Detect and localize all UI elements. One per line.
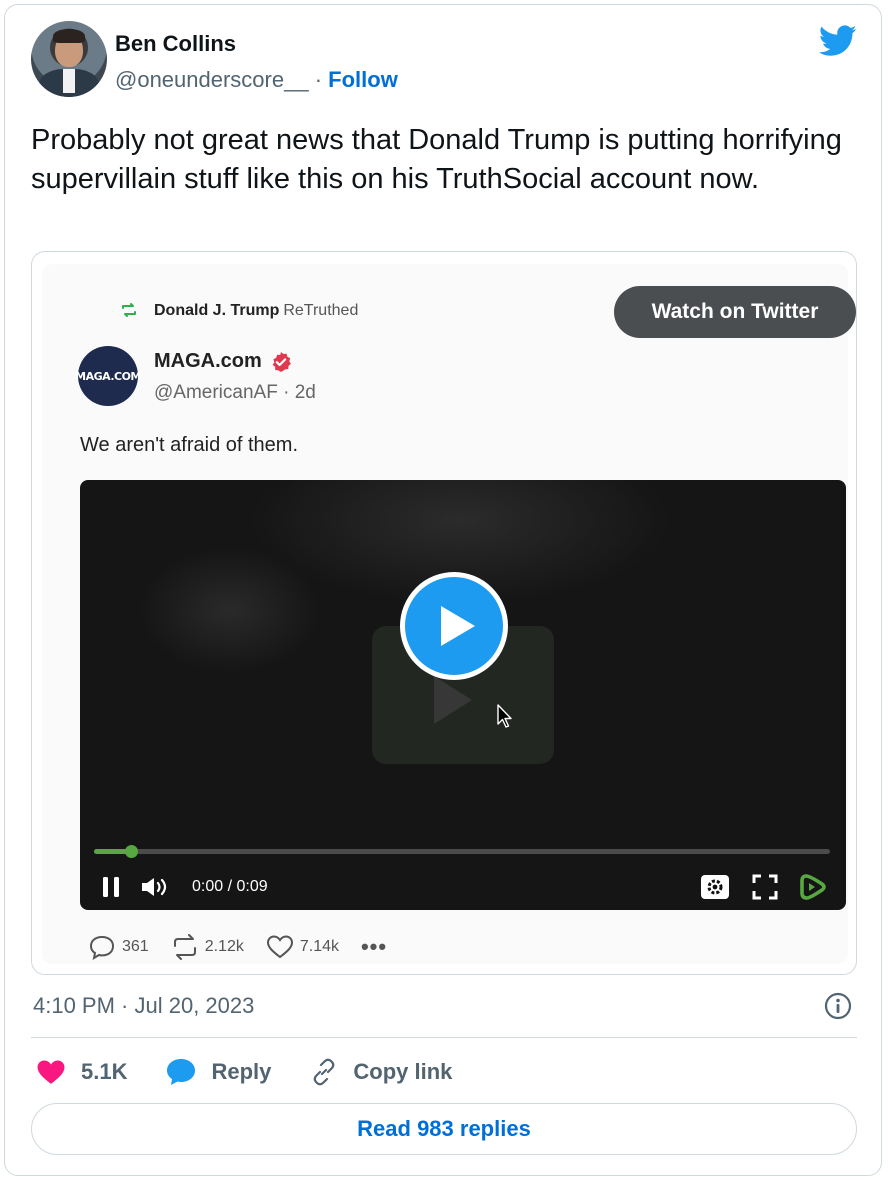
author-name[interactable]: Ben Collins xyxy=(115,31,236,57)
maga-name[interactable]: MAGA.com xyxy=(154,350,262,373)
author-handle-line: @oneunderscore__ · Follow xyxy=(115,67,398,93)
mouse-cursor-icon xyxy=(497,704,512,728)
play-icon xyxy=(441,606,475,646)
maga-name-row: MAGA.com xyxy=(154,350,292,373)
tweet-card: Ben Collins @oneunderscore__ · Follow Pr… xyxy=(4,4,882,1176)
verified-icon xyxy=(272,351,291,372)
video-progress-bar[interactable] xyxy=(94,845,830,858)
watch-on-twitter-button[interactable]: Watch on Twitter xyxy=(614,286,856,338)
embedded-repost-action[interactable]: 2.12k xyxy=(171,934,244,960)
volume-icon[interactable] xyxy=(140,876,170,898)
rumble-icon[interactable] xyxy=(798,872,828,902)
like-button[interactable]: 5.1K xyxy=(35,1058,127,1086)
tweet-timestamp[interactable]: 4:10 PM · Jul 20, 2023 xyxy=(33,993,254,1019)
embedded-like-action[interactable]: 7.14k xyxy=(266,934,339,960)
retruth-label: ReTruthed xyxy=(283,302,359,319)
retruth-icon xyxy=(122,303,136,317)
embedded-actions: 361 2.12k 7.14k ••• xyxy=(88,934,409,960)
reply-label: Reply xyxy=(211,1059,272,1084)
embedded-post-text: We aren't afraid of them. xyxy=(80,434,298,456)
heart-icon xyxy=(266,935,293,959)
video-time: 0:00 / 0:09 xyxy=(192,878,268,895)
embedded-like-count: 7.14k xyxy=(299,938,339,955)
embedded-reply-count: 361 xyxy=(122,938,149,955)
maga-handle: @AmericanAF · 2d xyxy=(154,382,316,403)
author-avatar[interactable] xyxy=(31,21,107,97)
more-icon[interactable]: ••• xyxy=(361,934,387,960)
link-icon xyxy=(314,1058,335,1086)
video-player[interactable]: 0:00 / 0:09 xyxy=(80,480,846,910)
divider xyxy=(31,1037,857,1038)
repost-icon xyxy=(173,934,196,960)
follow-button[interactable]: Follow xyxy=(328,67,398,92)
reply-button[interactable]: Reply xyxy=(165,1057,271,1087)
embedded-post-body: Donald J. Trump ReTruthed Watch on Twitte… xyxy=(42,264,856,964)
maga-avatar[interactable]: MAGA.COM xyxy=(75,346,141,406)
embedded-post[interactable]: Donald J. Trump ReTruthed Watch on Twitte… xyxy=(31,251,857,975)
retruth-user[interactable]: Donald J. Trump xyxy=(154,302,279,319)
comment-icon xyxy=(89,935,115,960)
author-handle[interactable]: @oneunderscore__ xyxy=(115,67,309,92)
play-button[interactable] xyxy=(400,572,508,680)
pause-icon[interactable] xyxy=(102,876,120,898)
tweet-text: Probably not great news that Donald Trum… xyxy=(31,124,842,195)
tweet-actions: 5.1K Reply Copy link xyxy=(35,1057,490,1087)
gear-icon[interactable] xyxy=(700,874,730,900)
twitter-logo-icon[interactable] xyxy=(819,25,857,57)
retruth-line: Donald J. Trump ReTruthed xyxy=(154,302,358,320)
fullscreen-icon[interactable] xyxy=(752,874,778,900)
video-progress-knob[interactable] xyxy=(125,845,138,858)
info-icon[interactable] xyxy=(823,991,853,1021)
embedded-reply-action[interactable]: 361 xyxy=(88,934,149,960)
separator: · xyxy=(314,67,323,92)
read-replies-button[interactable]: Read 983 replies xyxy=(31,1103,857,1155)
like-count: 5.1K xyxy=(81,1059,128,1084)
reply-bubble-icon xyxy=(167,1059,196,1085)
heart-icon xyxy=(37,1060,65,1084)
embedded-repost-count: 2.12k xyxy=(204,938,244,955)
copy-link-button[interactable]: Copy link xyxy=(309,1057,452,1087)
copy-link-label: Copy link xyxy=(353,1059,453,1084)
